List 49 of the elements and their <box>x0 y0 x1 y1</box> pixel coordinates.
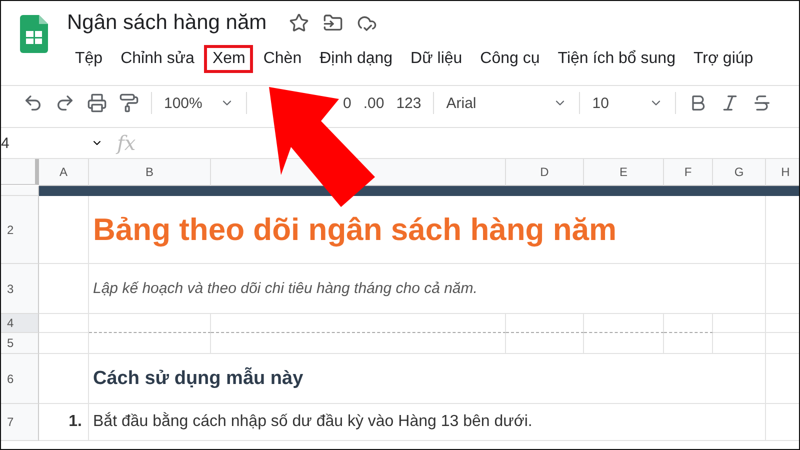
formula-label: fx <box>114 131 137 155</box>
name-box[interactable]: 4 <box>1 134 91 152</box>
menu-item[interactable]: Định dạng <box>312 45 401 73</box>
row-header[interactable]: 3 <box>1 264 39 314</box>
column-header[interactable]: G <box>713 159 766 186</box>
table-cell <box>713 314 766 333</box>
menu-item[interactable]: Tệp <box>67 45 111 73</box>
undo-icon[interactable] <box>23 93 43 113</box>
row-header[interactable]: 6 <box>1 354 39 404</box>
table-cell <box>713 333 766 354</box>
menu-item[interactable]: Công cụ <box>472 45 548 73</box>
menu-item[interactable]: Xem <box>204 45 254 73</box>
zoom-select[interactable]: 100% <box>164 94 208 112</box>
menu-item[interactable]: Tiện ích bổ sung <box>550 45 684 73</box>
spreadsheet-logo-icon[interactable] <box>20 15 48 53</box>
number-format-select[interactable]: 123 <box>396 94 422 112</box>
table-cell <box>39 333 89 354</box>
column-header[interactable]: H <box>766 159 799 186</box>
column-header[interactable]: A <box>39 159 89 186</box>
decrease-decimal-button[interactable]: 0 <box>343 94 352 112</box>
section-heading: Cách sử dụng mẫu này <box>93 368 304 390</box>
redo-icon[interactable] <box>55 93 75 113</box>
instruction-text: Bắt đầu bằng cách nhập số dư đầu kỳ vào Hàng 13 bên dưới. <box>93 413 532 431</box>
table-cell <box>39 314 89 333</box>
row-header[interactable]: 5 <box>1 333 39 354</box>
print-icon[interactable] <box>87 93 107 113</box>
star-icon[interactable] <box>288 13 309 33</box>
document-title[interactable]: Ngân sách hàng năm <box>67 11 267 35</box>
column-header[interactable]: D <box>506 159 584 186</box>
menu-item[interactable]: Chèn <box>255 45 310 73</box>
column-header[interactable]: F <box>664 159 713 186</box>
column-header[interactable]: B <box>89 159 211 186</box>
menu-item[interactable]: Trợ giúp <box>685 45 762 73</box>
paint-format-icon[interactable] <box>119 93 139 113</box>
font-select[interactable]: Arial <box>446 94 542 112</box>
table-cell <box>664 333 713 354</box>
menu-item[interactable]: Chỉnh sửa <box>112 45 202 73</box>
sheet-subtitle: Lập kế hoạch và theo dõi chi tiêu hàng tháng cho cả năm. <box>93 280 478 297</box>
strikethrough-icon[interactable] <box>752 93 772 113</box>
column-header[interactable]: E <box>584 159 664 186</box>
table-cell: 1. <box>39 404 89 441</box>
row-header[interactable]: 2 <box>1 196 39 264</box>
sheet-title: Bảng theo dõi ngân sách hàng năm <box>93 212 617 248</box>
menu-item[interactable]: Dữ liệu <box>402 45 470 73</box>
move-folder-icon[interactable] <box>322 13 343 33</box>
row-header[interactable]: 4 <box>1 314 39 333</box>
row-header[interactable]: 7 <box>1 404 39 441</box>
increase-decimal-button[interactable]: .00 <box>363 94 384 112</box>
font-size-select[interactable]: 10 <box>592 94 638 112</box>
